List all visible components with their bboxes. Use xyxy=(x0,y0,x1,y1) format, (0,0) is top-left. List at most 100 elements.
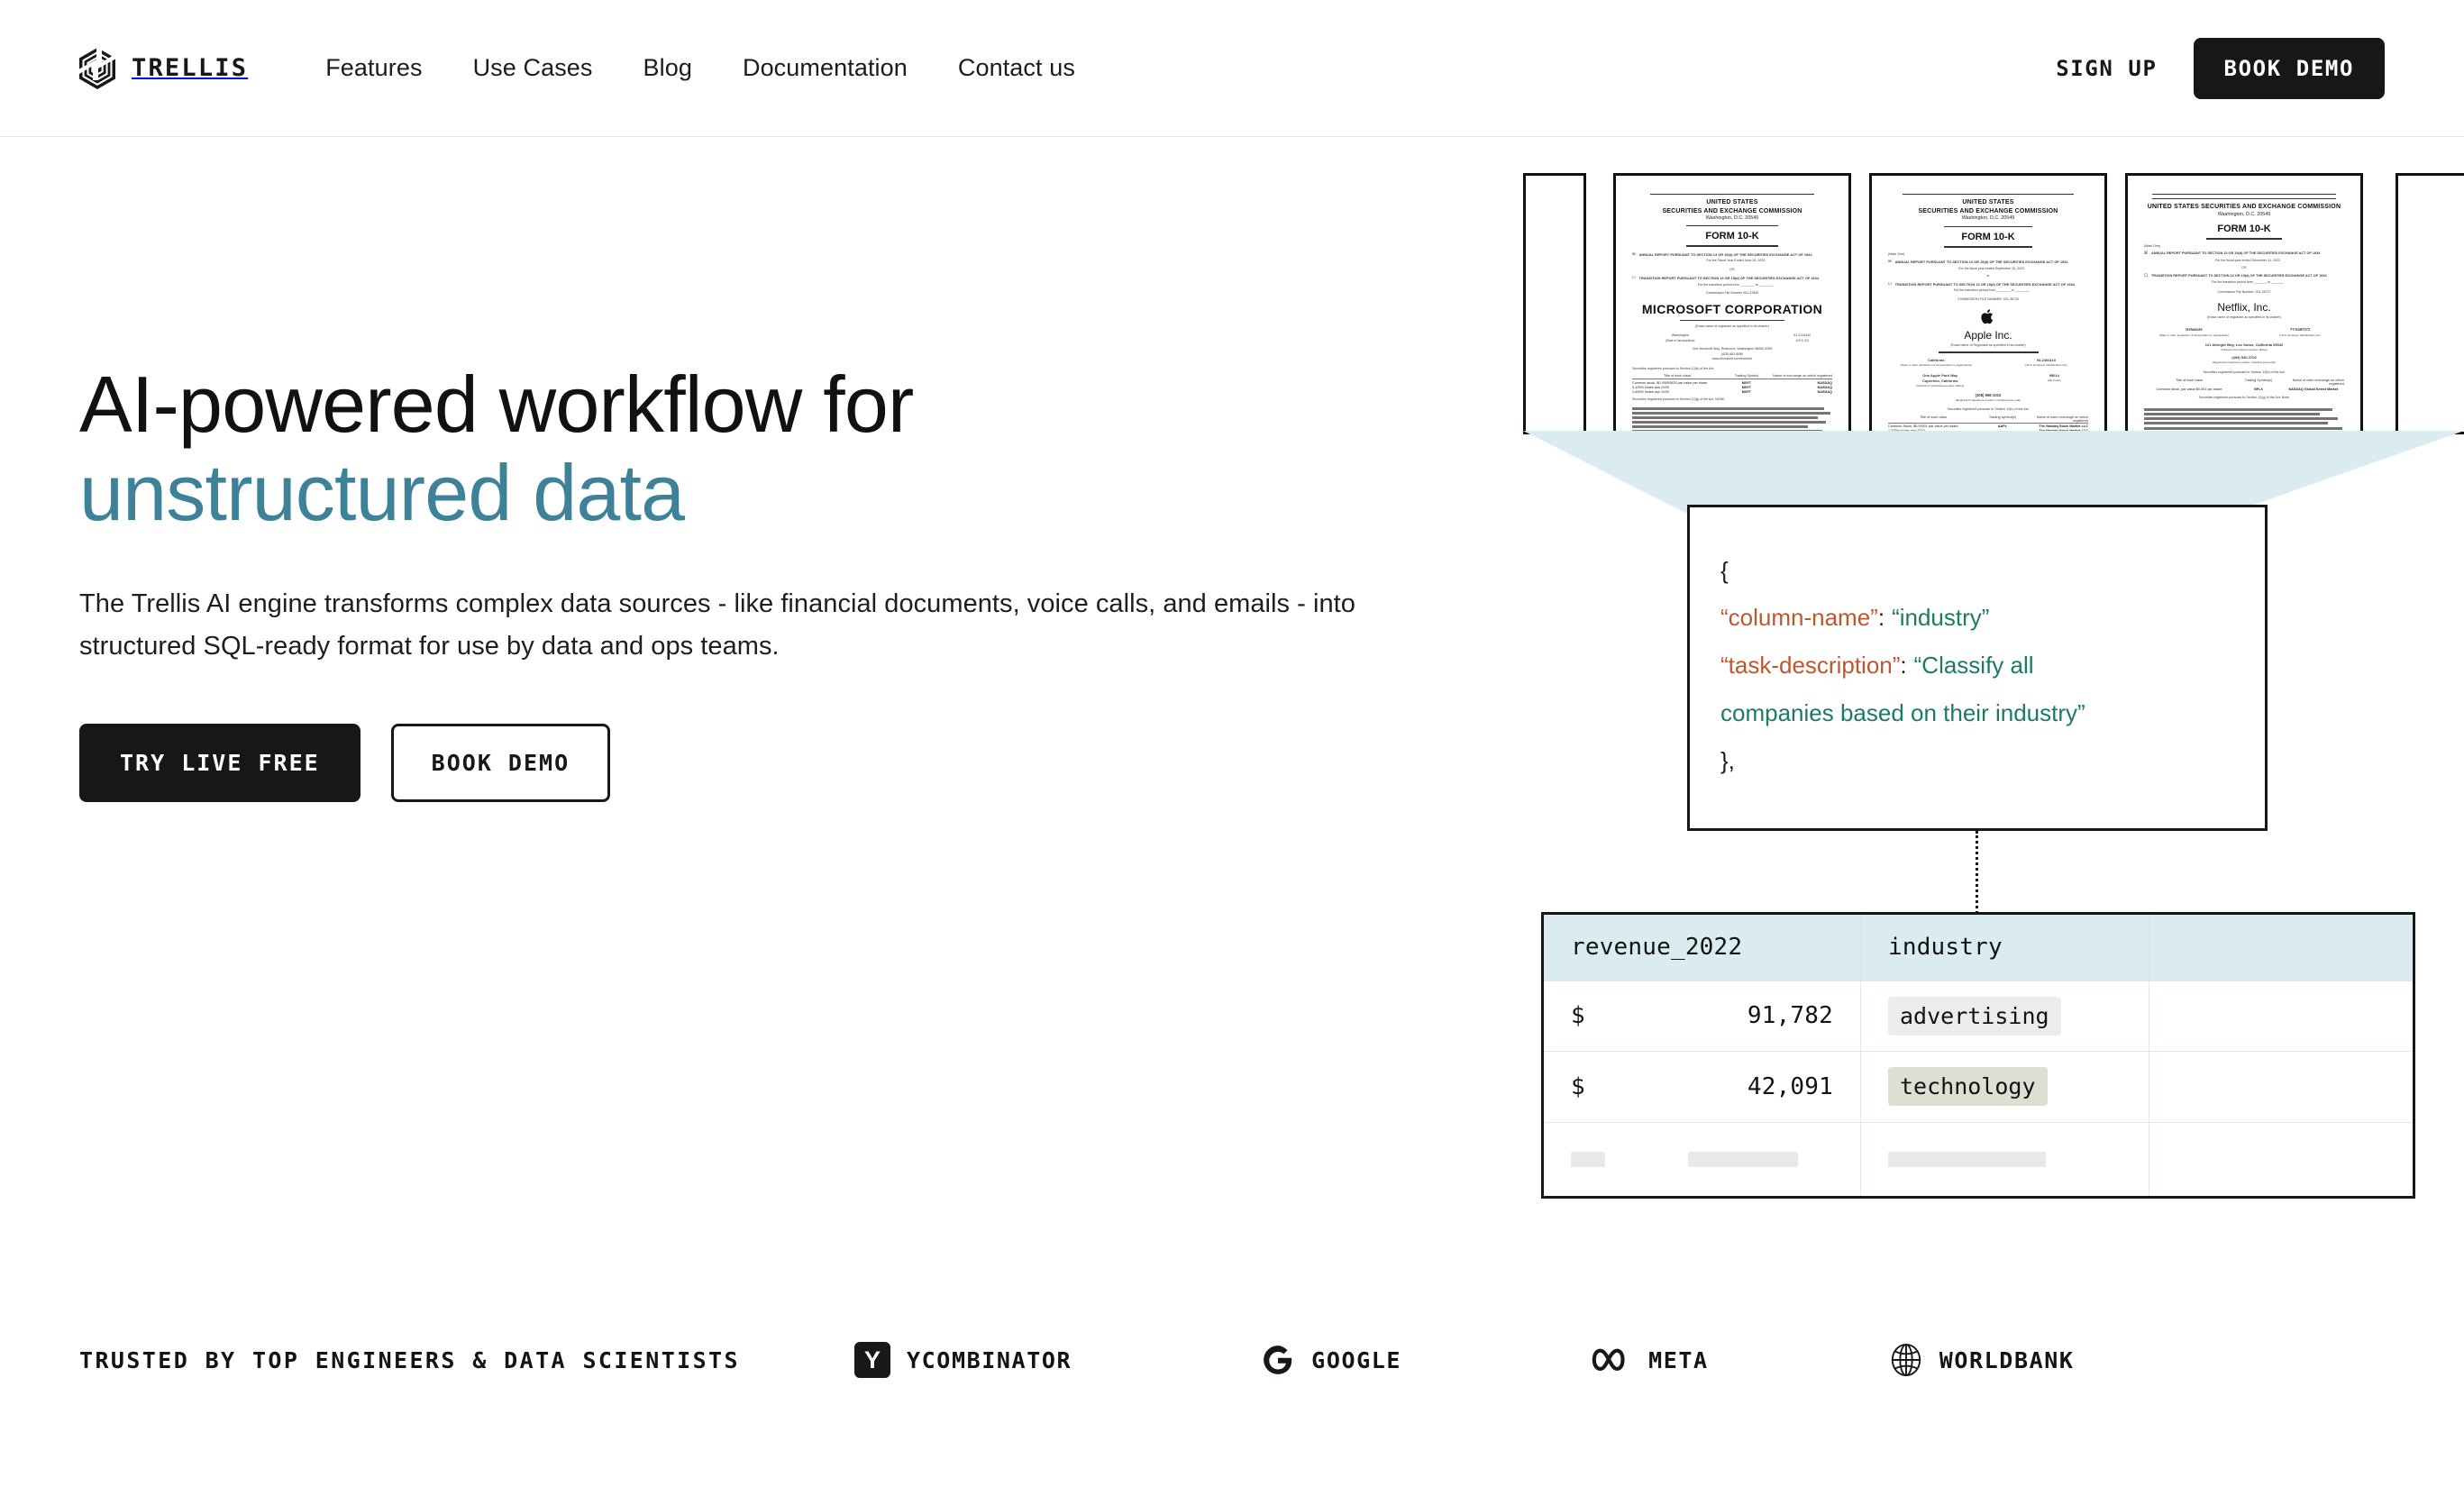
nav-link-features[interactable]: Features xyxy=(300,54,447,82)
doc-ms-city: Washington, D.C. 20549 xyxy=(1705,215,1759,222)
document-thumbnails: UNITED STATES SECURITIES AND EXCHANGE CO… xyxy=(1523,173,2464,434)
doc-ap-sec-h2: Trading symbol(s) xyxy=(1988,415,2017,419)
table-column-header-empty xyxy=(2149,915,2413,981)
doc-ap-state-note: (State or other jurisdiction of incorpor… xyxy=(1900,362,1973,367)
doc-ms-r2c1: 3.125% Notes due 2028 xyxy=(1632,385,1669,389)
json-colon-1: : xyxy=(1900,652,1907,679)
doc-ms-sec-h1: Title of each class xyxy=(1663,374,1692,379)
doc-ap-company: Apple Inc. xyxy=(1964,328,2012,342)
doc-nf-sec-h3: Name of each exchange on which registere… xyxy=(2292,379,2344,387)
skeleton-bar-amount xyxy=(1688,1151,1798,1167)
json-to-table-connector-line xyxy=(1976,831,1978,914)
doc-nf-city: Washington, D.C. 20549 xyxy=(2217,211,2271,217)
doc-ms-r1c3: NASDAQ xyxy=(1817,380,1832,385)
doc-ap-mark-one: (Mark One) xyxy=(1888,251,1905,256)
doc-nf-sec-h2: Trading Symbol(s) xyxy=(2244,379,2273,383)
doc-nf-commission: Commission File Number: 001-35727 xyxy=(2217,289,2271,294)
partner-name-google: GOOGLE xyxy=(1311,1346,1402,1373)
doc-nf-ein-note: (I.R.S. Employer Identification No.) xyxy=(2279,333,2322,337)
doc-nf-or: OR xyxy=(2241,266,2247,270)
book-demo-button-hero[interactable]: BOOK DEMO xyxy=(390,724,611,803)
doc-ms-r3c1: 2.625% Notes due 2033 xyxy=(1632,389,1669,394)
skeleton-bar-industry xyxy=(1888,1151,2046,1167)
doc-nf-address-note: (Address of principal executive offices) xyxy=(2221,348,2268,352)
json-key-task-description: “task-description” xyxy=(1720,652,1901,679)
doc-ap-check1: ANNUAL REPORT PURSUANT TO SECTION 13 OR … xyxy=(1894,260,2068,265)
doc-ap-ein-note: (I.R.S. Employer Identification No.) xyxy=(2024,362,2068,367)
doc-nf-mark-one: (Mark One) xyxy=(2144,243,2161,248)
doc-ms-r3c3: NASDAQ xyxy=(1817,389,1832,394)
brand-name: TRELLIS xyxy=(132,54,249,82)
nav-links: Features Use Cases Blog Documentation Co… xyxy=(300,54,1100,82)
doc-ms-agency-1: UNITED STATES xyxy=(1706,199,1758,206)
table-row-skeleton xyxy=(1544,1121,2413,1197)
partner-logos: Y YCOMBINATOR GOOGLE META WORLDBANK xyxy=(854,1342,2386,1378)
doc-ms-sec-note: Securities registered pursuant to Sectio… xyxy=(1632,366,1715,370)
meta-infinity-icon xyxy=(1592,1348,1625,1372)
doc-ms-form: FORM 10-K xyxy=(1705,231,1759,242)
partner-worldbank: WORLDBANK xyxy=(1889,1342,2075,1378)
table-cell-skeleton-industry xyxy=(1861,1122,2149,1197)
doc-nf-r1c1: Common stock, par value $0.001 per share xyxy=(2156,388,2222,392)
doc-ap-check2-sub: For the transition period from ________ … xyxy=(1953,288,2030,293)
landing-page: TRELLIS Features Use Cases Blog Document… xyxy=(0,0,2464,1487)
doc-ap-agency-2: SECURITIES AND EXCHANGE COMMISSION xyxy=(1918,207,2058,214)
document-thumbnail-apple: UNITED STATES SECURITIES AND EXCHANGE CO… xyxy=(1869,173,2107,434)
table-cell-extra xyxy=(2149,981,2413,1052)
doc-ap-r1c3: The Nasdaq Stock Market LLC xyxy=(2039,424,2088,428)
doc-nf-state-note: (State or other jurisdiction of incorpor… xyxy=(2158,333,2230,337)
table-cell-extra xyxy=(2149,1052,2413,1122)
table-cell-industry: technology xyxy=(1861,1052,2149,1122)
json-row-column-name: “column-name”: “industry” xyxy=(1720,594,2234,642)
doc-ap-form: FORM 10-K xyxy=(1961,232,2015,243)
json-open-brace: { xyxy=(1720,557,1729,584)
headline-line-2-accent: unstructured data xyxy=(79,447,685,537)
doc-ms-sec-h3: Name of exchange on which registered xyxy=(1773,374,1832,379)
doc-ap-commission: COMMISSION FILE NUMBER: 001-36743 xyxy=(1958,296,2019,301)
doc-ap-reg-note: (Exact name of Registrant as specified i… xyxy=(1950,342,2026,347)
hero-subheadline: The Trellis AI engine transforms complex… xyxy=(79,589,1355,661)
table-cell-skeleton-extra xyxy=(2149,1123,2413,1196)
doc-nf-check2: TRANSITION REPORT PURSUANT TO SECTION 13… xyxy=(2151,273,2327,278)
table-cell-revenue: $ 91,782 xyxy=(1544,981,1861,1052)
json-key-column-name: “column-name” xyxy=(1720,604,1878,631)
json-value-task-line1: “Classify all xyxy=(1913,652,2034,679)
doc-ms-r1c2: MSFT xyxy=(1741,380,1752,385)
nav-actions: SIGN UP BOOK DEMO xyxy=(2056,37,2385,99)
partner-name-meta: META xyxy=(1648,1346,1709,1373)
skeleton-bar-currency xyxy=(1571,1151,1605,1167)
apple-logo-icon xyxy=(1981,308,1994,324)
table-column-header-industry: industry xyxy=(1861,915,2149,981)
doc-ms-check2: TRANSITION REPORT PURSUANT TO SECTION 13… xyxy=(1638,276,1819,281)
table-row[interactable]: $ 91,782 advertising xyxy=(1544,980,2413,1052)
doc-ap-phone-note: (Registrant's telephone number, includin… xyxy=(1955,398,2021,403)
table-row-0-amount: 91,782 xyxy=(1747,1002,1833,1030)
nav-link-documentation[interactable]: Documentation xyxy=(717,54,933,82)
table-row[interactable]: $ 42,091 technology xyxy=(1544,1051,2413,1122)
nav-link-blog[interactable]: Blog xyxy=(618,54,717,82)
industry-chip-technology: technology xyxy=(1888,1067,2048,1107)
doc-nf-reg-note: (Exact name of registrant as specified i… xyxy=(2207,315,2281,320)
brand-logo-link[interactable]: TRELLIS xyxy=(79,47,249,89)
try-live-free-button[interactable]: TRY LIVE FREE xyxy=(79,724,360,803)
table-header-row: revenue_2022 industry xyxy=(1544,915,2413,981)
sign-up-link[interactable]: SIGN UP xyxy=(2056,56,2157,81)
nav-link-contact-us[interactable]: Contact us xyxy=(933,54,1100,82)
doc-nf-phone-note: (Registrant's telephone number, includin… xyxy=(2212,360,2277,365)
table-col-1-label: industry xyxy=(1888,934,2003,962)
table-row-0-currency: $ xyxy=(1571,1002,1585,1030)
partner-name-ycombinator: YCOMBINATOR xyxy=(907,1346,1072,1373)
nav-link-use-cases[interactable]: Use Cases xyxy=(448,54,618,82)
page-title: AI-powered workflow for unstructured dat… xyxy=(79,360,1485,536)
top-navigation-bar: TRELLIS Features Use Cases Blog Document… xyxy=(0,0,2464,137)
partner-ycombinator: Y YCOMBINATOR xyxy=(854,1342,1072,1378)
doc-ap-check1-sub: For the fiscal year ended September 30, … xyxy=(1958,266,2025,270)
table-cell-revenue: $ 42,091 xyxy=(1544,1052,1861,1122)
doc-nf-form: FORM 10-K xyxy=(2217,224,2271,235)
doc-nf-sec-h1: Title of each class xyxy=(2175,379,2204,383)
doc-ap-city: Washington, D.C. 20549 xyxy=(1961,215,2015,222)
doc-ms-sec-h2: Trading Symbol xyxy=(1734,374,1759,379)
json-schema-card: { “column-name”: “industry” “task-descrip… xyxy=(1687,505,2268,831)
book-demo-button-nav[interactable]: BOOK DEMO xyxy=(2193,37,2385,99)
doc-ap-or: or xyxy=(1986,274,1990,278)
